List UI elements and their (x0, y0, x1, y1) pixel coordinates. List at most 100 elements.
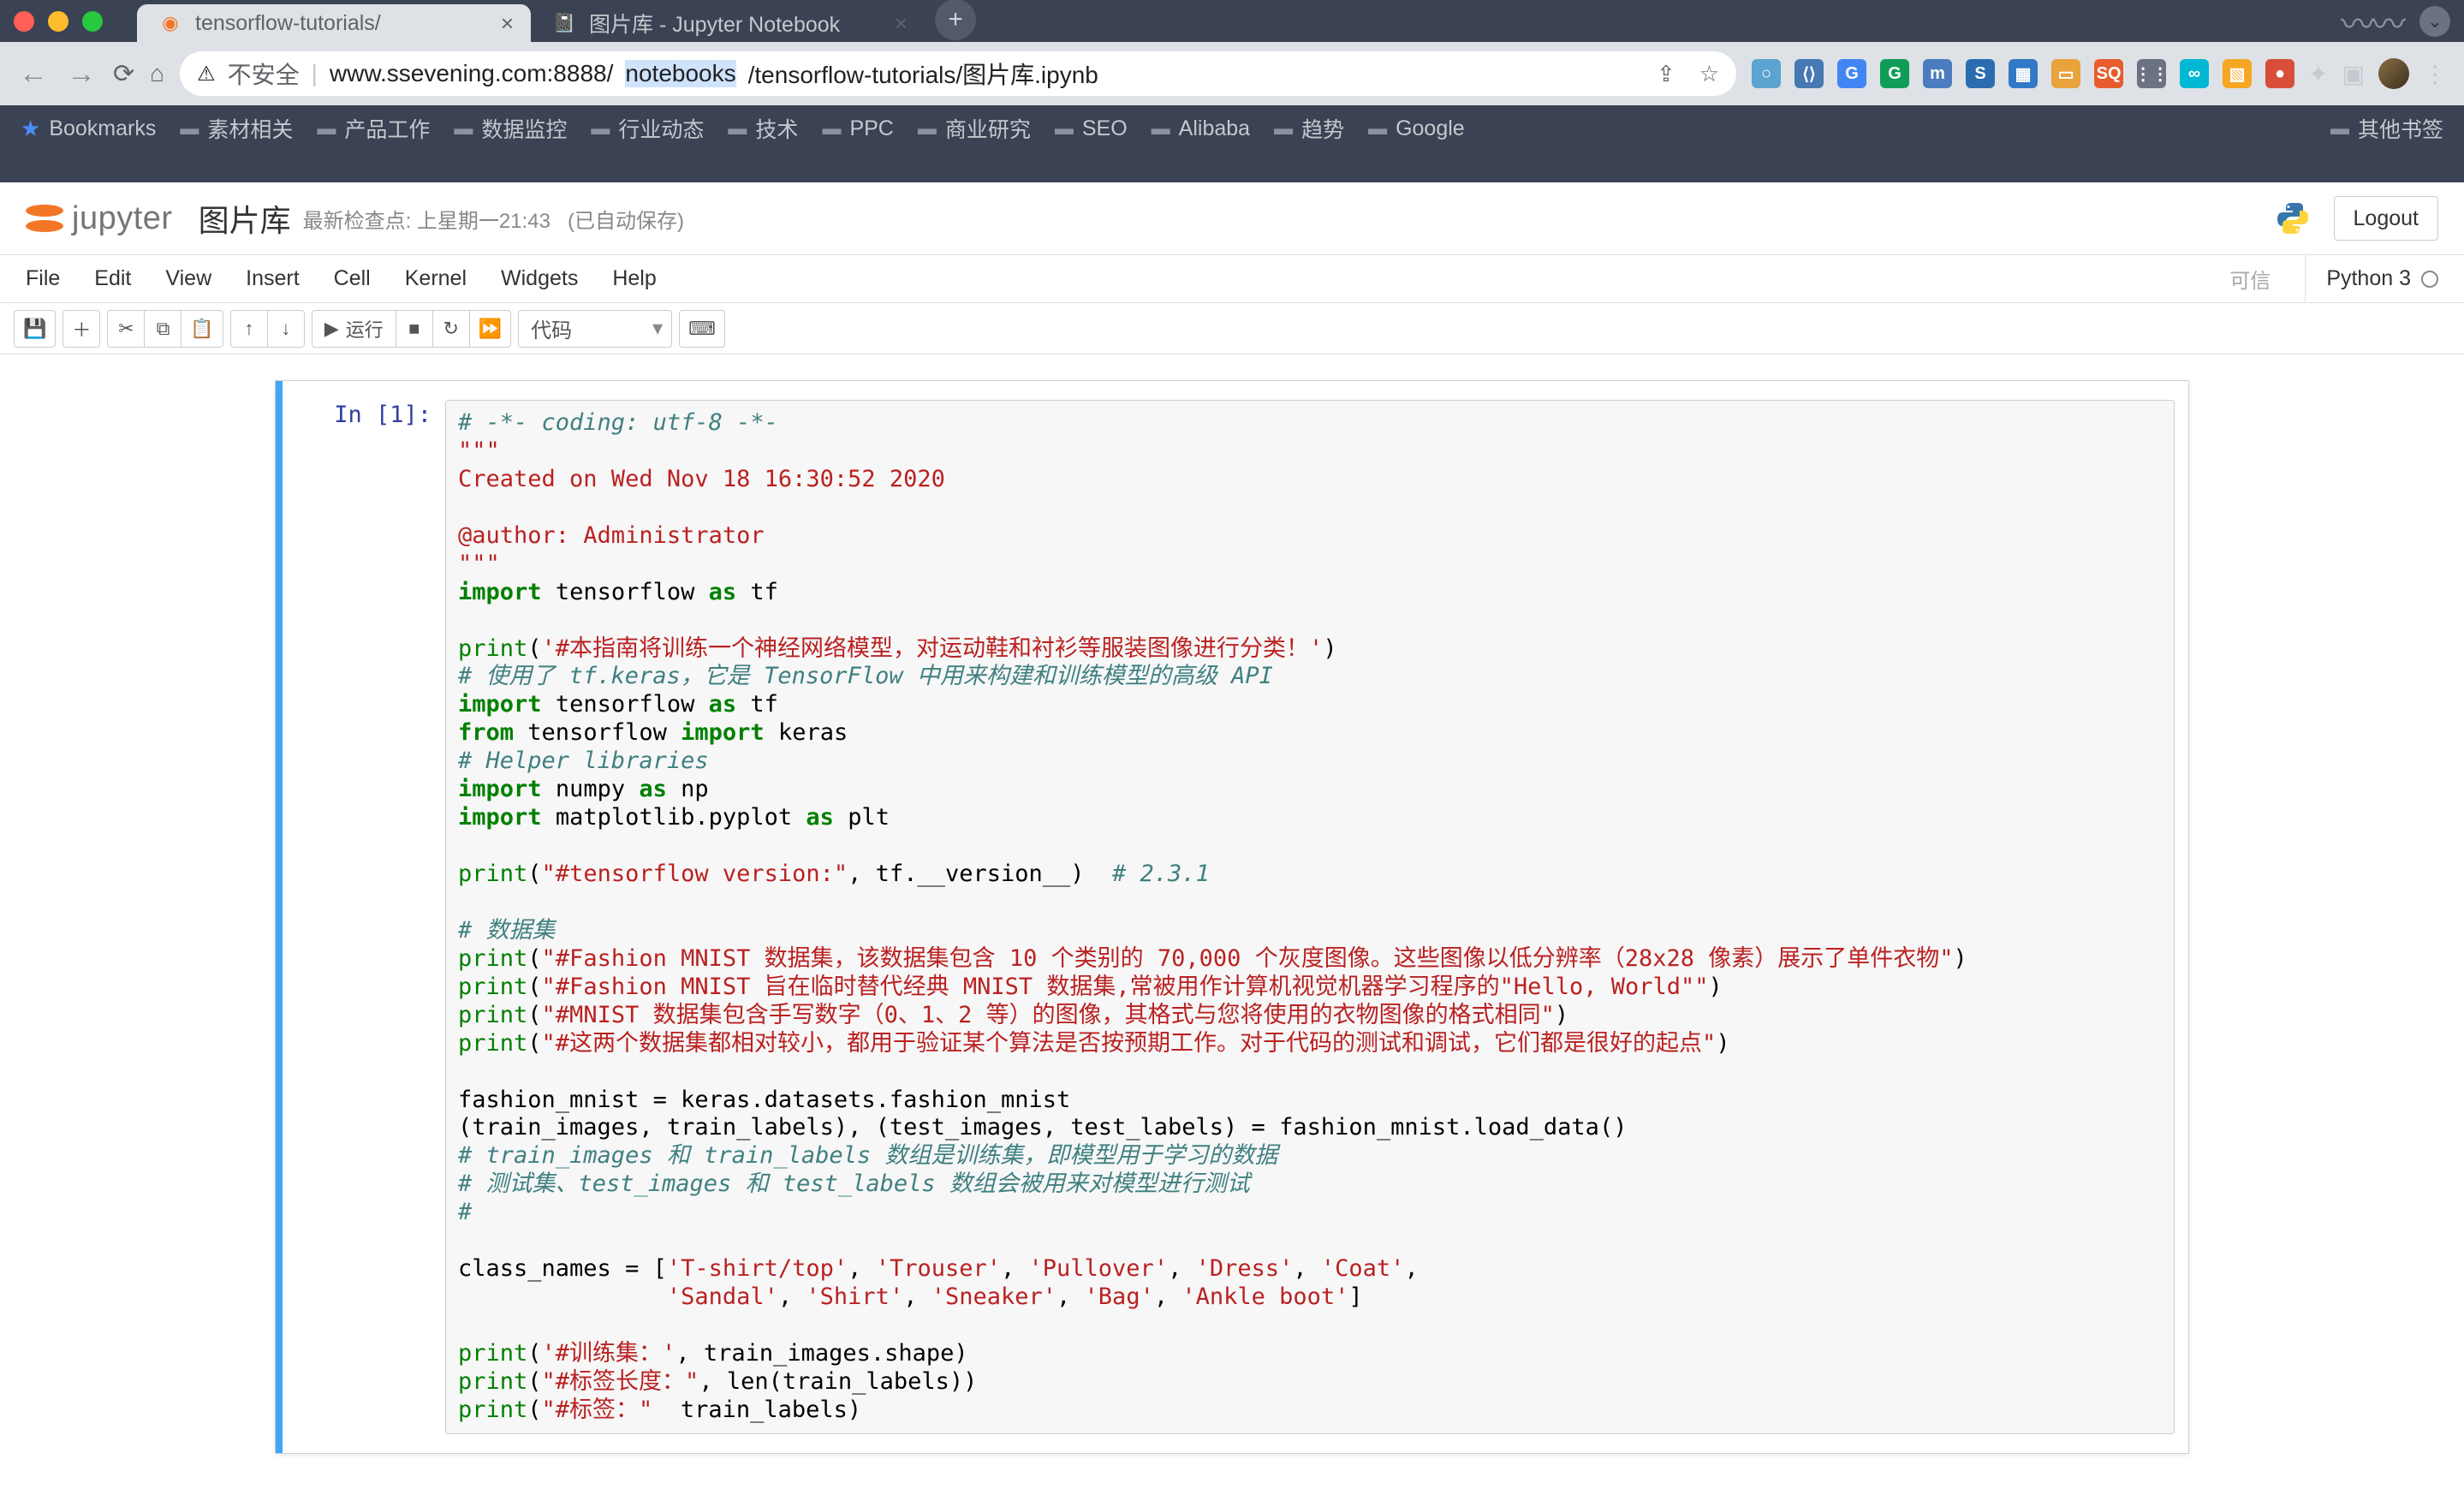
decoration-icon: 〰〰 (2341, 0, 2402, 46)
minimize-window-button[interactable] (48, 11, 68, 32)
code-token: tf (750, 579, 778, 605)
jupyter-favicon-icon: ◉ (158, 10, 183, 36)
reload-button[interactable]: ⟳ (113, 59, 134, 89)
logout-button[interactable]: Logout (2334, 196, 2438, 241)
code-token: "#tensorflow version:" (542, 861, 848, 887)
trusted-indicator[interactable]: 可信 (2229, 264, 2271, 294)
browser-tab[interactable]: 📓 图片库 - Jupyter Notebook × (531, 4, 925, 42)
other-bookmarks[interactable]: ▬其他书签 (2330, 113, 2443, 144)
code-line: Created on Wed Nov 18 16:30:52 2020 (458, 466, 945, 492)
extension-icon[interactable]: ∞ (2180, 59, 2209, 88)
menu-edit[interactable]: Edit (94, 266, 131, 291)
code-editor[interactable]: # -*- coding: utf-8 -*- """ Created on W… (445, 400, 2175, 1434)
restart-button[interactable]: ↻ (432, 310, 470, 348)
code-token: from (458, 719, 514, 746)
bookmarks-folder[interactable]: ▬SEO (1055, 116, 1128, 141)
menu-widgets[interactable]: Widgets (501, 266, 578, 291)
extensions-puzzle-icon[interactable]: ✦ (2308, 60, 2328, 88)
bookmarks-folder[interactable]: ▬商业研究 (918, 113, 1031, 144)
menu-cell[interactable]: Cell (334, 266, 371, 291)
extension-icon[interactable]: ▧ (2223, 59, 2252, 88)
bookmarks-folder[interactable]: ▬技术 (728, 113, 798, 144)
bookmarks-bar: ★Bookmarks ▬素材相关 ▬产品工作 ▬数据监控 ▬行业动态 ▬技术 ▬… (0, 105, 2464, 152)
code-token: import (681, 719, 765, 746)
jupyter-logo[interactable]: jupyter (26, 200, 173, 237)
extension-icon[interactable]: ⟨⟩ (1794, 59, 1824, 88)
back-button[interactable]: ← (17, 57, 50, 91)
extension-icon[interactable]: m (1923, 59, 1952, 88)
save-button[interactable]: 💾 (14, 310, 56, 348)
close-tab-icon[interactable]: × (501, 10, 514, 37)
code-token: print (458, 635, 527, 662)
menu-view[interactable]: View (165, 266, 211, 291)
bookmarks-folder[interactable]: ▬行业动态 (591, 113, 704, 144)
bookmarks-folder[interactable]: ▬趋势 (1274, 113, 1344, 144)
extension-icon[interactable]: S (1966, 59, 1995, 88)
bookmarks-folder[interactable]: ▬PPC (822, 116, 893, 141)
bookmark-label: PPC (849, 116, 893, 141)
fast-forward-button[interactable]: ⏩ (469, 310, 511, 348)
close-tab-icon[interactable]: × (895, 10, 908, 37)
jupyter-menubar: File Edit View Insert Cell Kernel Widget… (0, 255, 2464, 303)
copy-button[interactable]: ⧉ (144, 310, 182, 348)
bookmarks-folder[interactable]: ▬Google (1368, 116, 1465, 141)
add-cell-button[interactable]: ＋ (62, 310, 100, 348)
menu-insert[interactable]: Insert (246, 266, 300, 291)
folder-icon: ▬ (591, 117, 610, 140)
reading-list-icon[interactable]: ▣ (2342, 60, 2365, 88)
maximize-window-button[interactable] (82, 11, 103, 32)
extension-icon[interactable]: ○ (1752, 59, 1781, 88)
menu-help[interactable]: Help (612, 266, 656, 291)
code-token: print (458, 1030, 527, 1057)
browser-tab-active[interactable]: ◉ tensorflow-tutorials/ × (137, 4, 531, 42)
run-button[interactable]: ▶ 运行 (312, 310, 396, 348)
menu-file[interactable]: File (26, 266, 60, 291)
menu-kernel[interactable]: Kernel (405, 266, 467, 291)
share-icon[interactable]: ⇪ (1657, 61, 1675, 87)
code-token: tensorflow (527, 719, 667, 746)
code-line: # 数据集 (458, 917, 556, 944)
folder-icon: ▬ (1152, 117, 1170, 140)
code-cell[interactable]: In [1]: # -*- coding: utf-8 -*- """ Crea… (276, 381, 2188, 1453)
new-tab-button[interactable]: + (935, 0, 976, 40)
code-token: as (639, 776, 667, 802)
extension-icon[interactable]: G (1837, 59, 1866, 88)
bookmarks-folder[interactable]: ▬素材相关 (180, 113, 293, 144)
python-logo-icon (2272, 198, 2313, 239)
notebook-container[interactable]: In [1]: # -*- coding: utf-8 -*- """ Crea… (0, 354, 2464, 1495)
extension-icon[interactable]: ⋮⋮ (2137, 59, 2166, 88)
kernel-name[interactable]: Python 3 (2305, 255, 2438, 302)
paste-button[interactable]: 📋 (181, 310, 223, 348)
extension-icon[interactable]: ▭ (2051, 59, 2080, 88)
code-token: import (458, 579, 542, 605)
bookmarks-folder[interactable]: ▬Alibaba (1152, 116, 1250, 141)
chevron-down-icon[interactable]: ⌄ (2419, 6, 2450, 37)
code-token: '#训练集：' (542, 1340, 676, 1367)
home-button[interactable]: ⌂ (150, 60, 164, 87)
command-palette-button[interactable]: ⌨ (679, 310, 725, 348)
window-controls (14, 11, 103, 32)
bookmarks-folder[interactable]: ▬产品工作 (317, 113, 430, 144)
code-token: "#Fashion MNIST 旨在临时替代经典 MNIST 数据集,常被用作计… (542, 974, 1709, 1000)
move-down-button[interactable]: ↓ (267, 310, 305, 348)
bookmarks-folder[interactable]: ★Bookmarks (21, 116, 156, 142)
extension-icon[interactable]: SQ (2094, 59, 2123, 88)
extension-icon[interactable]: ▦ (2009, 59, 2038, 88)
stop-button[interactable]: ■ (396, 310, 433, 348)
extension-icon[interactable]: ● (2265, 59, 2294, 88)
profile-avatar[interactable] (2378, 58, 2409, 89)
move-up-button[interactable]: ↑ (230, 310, 268, 348)
url-input[interactable]: ⚠ 不安全 | www.ssevening.com:8888/notebooks… (180, 51, 1736, 96)
notebook-title[interactable]: 图片库 (199, 196, 291, 241)
bookmarks-folder[interactable]: ▬数据监控 (454, 113, 567, 144)
celltype-select[interactable]: 代码 (518, 310, 672, 348)
close-window-button[interactable] (14, 11, 34, 32)
code-token: "#这两个数据集都相对较小，都用于验证某个算法是否按预期工作。对于代码的测试和调… (542, 1030, 1717, 1057)
folder-icon: ▬ (1274, 117, 1293, 140)
checkpoint-label: 最新检查点: 上星期一21:43 (303, 204, 551, 234)
extension-icon[interactable]: G (1880, 59, 1909, 88)
cut-button[interactable]: ✂ (107, 310, 145, 348)
forward-button[interactable]: → (65, 57, 98, 91)
kebab-menu-icon[interactable]: ⋮ (2423, 60, 2447, 88)
bookmark-star-icon[interactable]: ☆ (1699, 61, 1719, 87)
